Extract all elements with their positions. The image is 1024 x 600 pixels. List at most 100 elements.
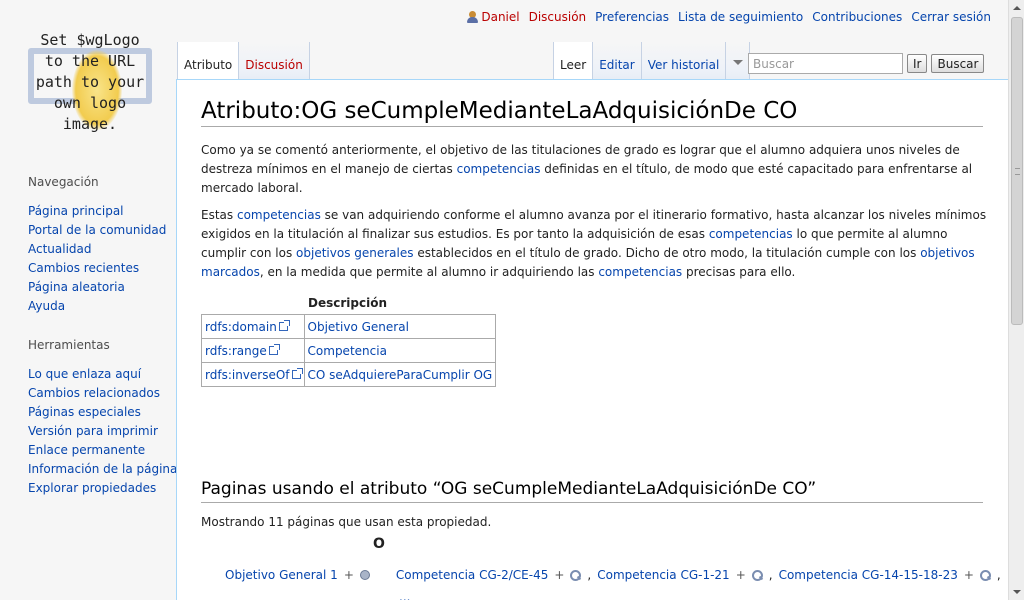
property-key[interactable]: rdfs:domain [201, 314, 305, 339]
browse-icon[interactable] [359, 570, 370, 580]
property-value[interactable]: CO seAdquiereParaCumplir OG [303, 362, 497, 387]
namespace-tabs: Atributo Discusión [177, 42, 310, 80]
content-area: Atributo:OG seCumpleMedianteLaAdquisició… [176, 79, 1008, 600]
logout-link[interactable]: Cerrar sesión [911, 10, 991, 24]
plus-sign: + [735, 568, 746, 582]
user-talk-link[interactable]: Discusión [529, 10, 587, 24]
tab-history[interactable]: Ver historial [641, 42, 727, 80]
user-icon [467, 11, 479, 23]
scrollbar-thumb[interactable] [1011, 17, 1023, 325]
sidebar-item-permanent-link[interactable]: Enlace permanente [28, 443, 145, 457]
table-row: rdfs:inverseOf CO seAdquiereParaCumplir … [201, 362, 497, 387]
text-run: Mostrando [201, 515, 269, 529]
tab-attribute[interactable]: Atributo [177, 42, 240, 80]
contributions-link[interactable]: Contribuciones [812, 10, 902, 24]
sidebar-item-main-page[interactable]: Página principal [28, 204, 124, 218]
logo-line: Set $wgLogo [40, 31, 140, 49]
scroll-up-button[interactable] [1009, 0, 1024, 16]
table-row: rdfs:range Competencia [201, 338, 497, 363]
competencias-link[interactable]: competencias [598, 265, 682, 279]
competencias-link[interactable]: competencias [709, 227, 793, 241]
property-value[interactable]: Objetivo General [303, 314, 497, 339]
search-button[interactable]: Buscar [931, 54, 985, 73]
go-button[interactable]: Ir [907, 54, 928, 73]
body-paragraph: Estas competencias se van adquiriendo co… [201, 206, 991, 282]
table-row: rdfs:domain Objetivo General [201, 314, 497, 339]
plus-sign: + [963, 568, 974, 582]
property-value[interactable]: Competencia [303, 338, 497, 363]
tab-read[interactable]: Leer [553, 42, 594, 80]
plus-sign: + [343, 568, 354, 582]
sidebar-item-special-pages[interactable]: Páginas especiales [28, 405, 141, 419]
personal-tools: Daniel Discusión Preferencias Lista de s… [467, 10, 991, 24]
index-letter: O [373, 536, 385, 552]
navigation-portal: Navegación Página principal Portal de la… [28, 175, 176, 316]
search-input[interactable] [748, 53, 903, 74]
showing-count: Mostrando 11 páginas que usan esta propi… [201, 513, 991, 532]
sidebar-item-browse-properties[interactable]: Explorar propiedades [28, 481, 156, 495]
sidebar-item-page-info[interactable]: Información de la página [28, 462, 177, 476]
sidebar-item-random-page[interactable]: Página aleatoria [28, 280, 125, 294]
property-key[interactable]: rdfs:inverseOf [201, 362, 305, 387]
scroll-down-button[interactable] [1009, 584, 1024, 600]
sidebar-item-help[interactable]: Ayuda [28, 299, 65, 313]
page-count: 11 [268, 515, 284, 529]
watchlist-link[interactable]: Lista de seguimiento [678, 10, 803, 24]
site-logo[interactable]: Set $wgLogo to the URL path to your own … [20, 30, 160, 133]
plus-sign: + [554, 568, 565, 582]
separator: , [996, 568, 1001, 582]
property-key-text[interactable]: rdfs:range [205, 344, 267, 358]
value-link[interactable]: Competencia CG-2/CE-45 [396, 568, 548, 582]
objetivos-generales-link[interactable]: objetivos generales [296, 246, 413, 260]
properties-table: rdfs:domain Objetivo General rdfs:range … [201, 314, 497, 387]
chevron-down-icon [732, 60, 743, 65]
text-run: establecidos en el título de grado. Dich… [413, 246, 921, 260]
grip-icon [1015, 168, 1020, 175]
tab-discussion[interactable]: Discusión [239, 42, 310, 80]
competencias-link[interactable]: competencias [237, 208, 321, 222]
subject-link[interactable]: Objetivo General 1 [225, 568, 338, 582]
sidebar-item-current-events[interactable]: Actualidad [28, 242, 92, 256]
sidebar: Navegación Página principal Portal de la… [28, 175, 177, 520]
view-tabs: Leer Editar Ver historial [553, 42, 751, 80]
search-icon[interactable] [979, 569, 991, 581]
search-icon[interactable] [751, 569, 763, 581]
preferences-link[interactable]: Preferencias [595, 10, 669, 24]
sidebar-item-recent-changes[interactable]: Cambios recientes [28, 261, 139, 275]
logo-line: path to your [35, 73, 145, 91]
arrow-down-icon [1013, 590, 1021, 594]
logo-text: Set $wgLogo to the URL path to your own … [20, 30, 160, 135]
user-link[interactable]: Daniel [467, 10, 520, 24]
logo-line: image. [62, 115, 118, 133]
description-caption: Descripción [308, 296, 387, 310]
competencias-link[interactable]: competencias [457, 162, 541, 176]
sidebar-item-community-portal[interactable]: Portal de la comunidad [28, 223, 166, 237]
text-run: páginas que usan esta propiedad. [283, 515, 492, 529]
sidebar-item-printable-version[interactable]: Versión para imprimir [28, 424, 158, 438]
sidebar-item-what-links-here[interactable]: Lo que enlaza aquí [28, 367, 141, 381]
text-run: precisas para ello. [682, 265, 796, 279]
property-key[interactable]: rdfs:range [201, 338, 305, 363]
user-name[interactable]: Daniel [481, 10, 519, 24]
logo-line: own logo [53, 94, 127, 112]
property-key-text[interactable]: rdfs:domain [205, 320, 277, 334]
page-title: Atributo:OG seCumpleMedianteLaAdquisició… [201, 98, 983, 127]
tools-portal: Herramientas Lo que enlaza aquí Cambios … [28, 338, 177, 498]
external-link-icon [278, 319, 290, 331]
separator: , [587, 568, 592, 582]
sidebar-item-related-changes[interactable]: Cambios relacionados [28, 386, 160, 400]
list-item: Objetivo General 1 + Competencia CG-2/CE… [225, 568, 1001, 582]
more-actions-menu[interactable] [726, 42, 751, 80]
vertical-scrollbar[interactable] [1008, 0, 1024, 600]
value-link[interactable]: Competencia CG-14-15-18-23 [779, 568, 958, 582]
tab-edit[interactable]: Editar [593, 42, 642, 80]
tools-heading: Herramientas [28, 338, 110, 352]
value-link[interactable]: Competencia CG-1-21 [597, 568, 729, 582]
property-key-text[interactable]: rdfs:inverseOf [205, 368, 290, 382]
intro-paragraph: Como ya se comentó anteriormente, el obj… [201, 141, 991, 198]
search-form: Ir Buscar [748, 53, 985, 74]
text-run: , en la medida que permite al alumno ir … [259, 265, 599, 279]
search-icon[interactable] [570, 569, 582, 581]
separator: , [768, 568, 773, 582]
more-link[interactable]: ... [399, 590, 410, 600]
